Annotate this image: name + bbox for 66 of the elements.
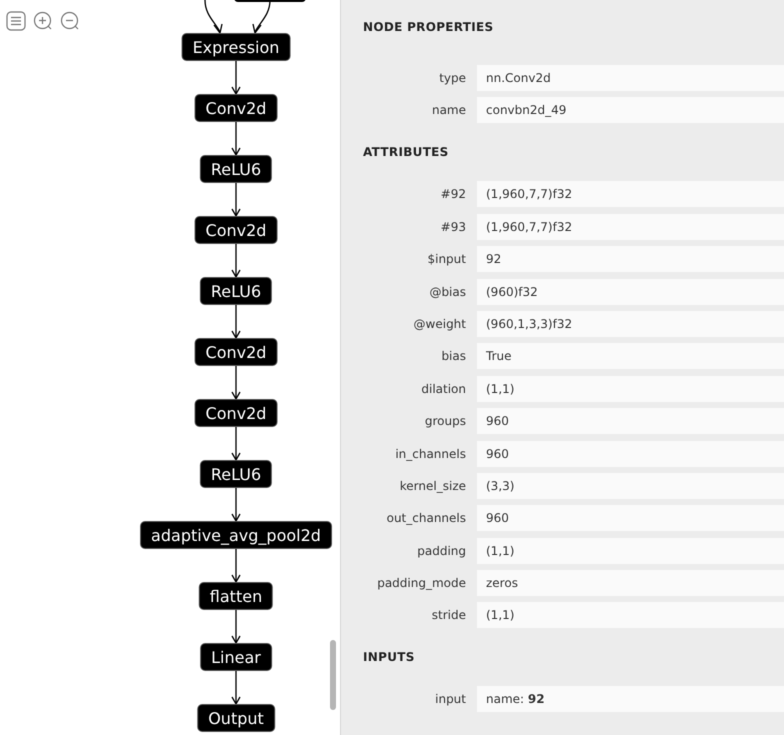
property-value: 960	[477, 505, 784, 532]
property-label: $input	[426, 252, 466, 266]
section-header: NODE PROPERTIES	[363, 19, 494, 35]
edge-arrow	[231, 488, 241, 522]
graph-node[interactable]: Expression	[182, 33, 290, 61]
graph-node[interactable]: Conv2d	[194, 216, 278, 244]
graph-node[interactable]: Conv2d	[194, 94, 278, 122]
property-label: @bias	[428, 284, 466, 299]
graph-node[interactable]: Linear	[200, 643, 272, 671]
property-label: #92	[440, 187, 466, 202]
property-value: (1,1)	[477, 538, 784, 564]
section-header: INPUTS	[363, 649, 415, 666]
graph-node[interactable]: Conv2d	[194, 338, 278, 366]
graph-node[interactable]: Output	[197, 704, 275, 732]
edge-arrow	[231, 183, 241, 218]
edge-arrow	[231, 671, 241, 706]
graph-node[interactable]: ReLU6	[200, 460, 272, 488]
property-label: padding_mode	[376, 576, 466, 590]
edge-arrow	[231, 366, 241, 400]
edge-arrow	[231, 549, 241, 584]
graph-node[interactable]: Conv2d	[194, 399, 278, 427]
edge-arrow	[252, 0, 271, 35]
edge-arrow	[231, 61, 241, 96]
zoom-out-icon[interactable]	[60, 11, 80, 31]
property-label: bias	[440, 349, 466, 364]
property-value: (1,960,7,7)f32	[477, 181, 784, 208]
edge-arrow	[231, 122, 241, 156]
graph-node[interactable]: ReLU6	[200, 155, 272, 183]
property-label: dilation	[420, 382, 466, 396]
graph-node[interactable]: ReLU6	[200, 277, 272, 305]
property-label: out_channels	[386, 511, 466, 526]
edge-arrow	[231, 427, 241, 462]
edge-arrow	[231, 244, 241, 278]
edge-arrow	[231, 305, 241, 340]
property-label: groups	[424, 414, 466, 428]
property-label: padding	[416, 544, 466, 558]
scrollbar-thumb[interactable]	[330, 640, 336, 710]
property-value: (3,3)	[477, 472, 784, 499]
property-value: (1,1)	[477, 602, 784, 628]
property-value: (960)f32	[477, 278, 784, 305]
graph-node[interactable]: flatten	[198, 582, 274, 610]
property-value: 92	[477, 246, 784, 272]
property-value: zeros	[477, 570, 784, 596]
property-value: 960	[477, 408, 784, 434]
property-value: (960,1,3,3)f32	[477, 310, 784, 337]
property-value: (1,960,7,7)f32	[477, 214, 784, 240]
section-header: ATTRIBUTES	[363, 144, 449, 160]
property-value: (1,1)	[477, 376, 784, 402]
property-value: True	[477, 343, 784, 370]
property-value: name: 92	[477, 686, 784, 712]
property-value: convbn2d_49	[477, 97, 784, 124]
property-label: stride	[430, 608, 466, 622]
property-value: nn.Conv2d	[477, 65, 784, 91]
property-label: input	[434, 692, 466, 706]
edge-arrow	[231, 610, 241, 644]
property-value: 960	[477, 440, 784, 467]
property-label: in_channels	[394, 446, 466, 461]
property-label: @weight	[412, 316, 466, 331]
zoom-in-icon[interactable]	[33, 11, 53, 31]
edge-arrow	[204, 0, 223, 35]
property-label: type	[438, 71, 466, 85]
property-label: kernel_size	[398, 478, 466, 493]
property-label: name	[430, 103, 466, 118]
graph-node[interactable]: adaptive_avg_pool2d	[140, 521, 332, 549]
property-label: #93	[440, 220, 466, 234]
menu-icon[interactable]	[6, 11, 26, 31]
